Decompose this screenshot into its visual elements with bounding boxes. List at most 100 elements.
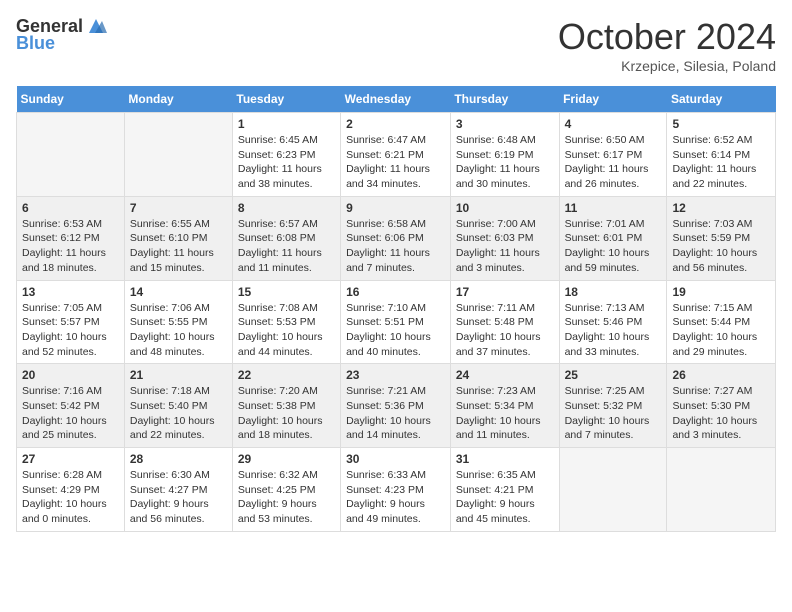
day-info: Sunrise: 6:33 AMSunset: 4:23 PMDaylight:… bbox=[346, 468, 445, 527]
page-header: General Blue October 2024 Krzepice, Sile… bbox=[16, 16, 776, 74]
calendar-week-row: 6 Sunrise: 6:53 AMSunset: 6:12 PMDaylight… bbox=[17, 196, 776, 280]
calendar-day-cell: 7Sunrise: 6:55 AMSunset: 6:10 PMDaylight… bbox=[124, 196, 232, 280]
day-number: 31 bbox=[456, 452, 554, 466]
day-info: Sunrise: 7:25 AMSunset: 5:32 PMDaylight:… bbox=[565, 384, 662, 443]
day-info: Sunrise: 6:48 AMSunset: 6:19 PMDaylight:… bbox=[456, 133, 554, 192]
day-info: Sunrise: 6:52 AMSunset: 6:14 PMDaylight:… bbox=[672, 133, 770, 192]
day-number: 5 bbox=[672, 117, 770, 131]
day-number: 28 bbox=[130, 452, 227, 466]
day-number: 21 bbox=[130, 368, 227, 382]
day-info: Sunrise: 6:57 AMSunset: 6:08 PMDaylight:… bbox=[238, 217, 335, 276]
day-info: Sunrise: 7:16 AMSunset: 5:42 PMDaylight:… bbox=[22, 384, 119, 443]
day-info: Sunrise: 7:08 AMSunset: 5:53 PMDaylight:… bbox=[238, 301, 335, 360]
calendar-day-cell: 9 Sunrise: 6:58 AMSunset: 6:06 PMDaylight… bbox=[341, 196, 451, 280]
calendar-day-cell: 5 Sunrise: 6:52 AMSunset: 6:14 PMDaylight… bbox=[667, 113, 776, 197]
day-info: Sunrise: 6:28 AMSunset: 4:29 PMDaylight:… bbox=[22, 468, 119, 527]
day-info: Sunrise: 6:47 AMSunset: 6:21 PMDaylight:… bbox=[346, 133, 445, 192]
logo: General Blue bbox=[16, 16, 107, 54]
day-info: Sunrise: 7:01 AMSunset: 6:01 PMDaylight:… bbox=[565, 217, 662, 276]
calendar-table: SundayMondayTuesdayWednesdayThursdayFrid… bbox=[16, 86, 776, 532]
day-number: 8 bbox=[238, 201, 335, 215]
day-info: Sunrise: 6:58 AMSunset: 6:06 PMDaylight:… bbox=[346, 217, 445, 276]
day-number: 30 bbox=[346, 452, 445, 466]
calendar-week-row: 20 Sunrise: 7:16 AMSunset: 5:42 PMDayligh… bbox=[17, 364, 776, 448]
calendar-day-cell: 18Sunrise: 7:13 AMSunset: 5:46 PMDayligh… bbox=[559, 280, 667, 364]
day-info: Sunrise: 7:21 AMSunset: 5:36 PMDaylight:… bbox=[346, 384, 445, 443]
calendar-day-cell: 30 Sunrise: 6:33 AMSunset: 4:23 PMDayligh… bbox=[341, 448, 451, 532]
calendar-day-cell bbox=[17, 113, 125, 197]
calendar-day-cell: 12 Sunrise: 7:03 AMSunset: 5:59 PMDayligh… bbox=[667, 196, 776, 280]
day-info: Sunrise: 7:23 AMSunset: 5:34 PMDaylight:… bbox=[456, 384, 554, 443]
weekday-header: Sunday bbox=[17, 86, 125, 113]
calendar-day-cell: 17Sunrise: 7:11 AMSunset: 5:48 PMDayligh… bbox=[450, 280, 559, 364]
calendar-day-cell: 19 Sunrise: 7:15 AMSunset: 5:44 PMDayligh… bbox=[667, 280, 776, 364]
calendar-day-cell: 25 Sunrise: 7:25 AMSunset: 5:32 PMDayligh… bbox=[559, 364, 667, 448]
calendar-week-row: 27 Sunrise: 6:28 AMSunset: 4:29 PMDayligh… bbox=[17, 448, 776, 532]
calendar-week-row: 1 Sunrise: 6:45 AMSunset: 6:23 PMDaylight… bbox=[17, 113, 776, 197]
day-number: 19 bbox=[672, 285, 770, 299]
calendar-day-cell: 8 Sunrise: 6:57 AMSunset: 6:08 PMDaylight… bbox=[232, 196, 340, 280]
weekday-header: Wednesday bbox=[341, 86, 451, 113]
logo-icon bbox=[85, 15, 107, 37]
day-number: 27 bbox=[22, 452, 119, 466]
title-block: October 2024 Krzepice, Silesia, Poland bbox=[558, 16, 776, 74]
calendar-day-cell: 3 Sunrise: 6:48 AMSunset: 6:19 PMDaylight… bbox=[450, 113, 559, 197]
day-info: Sunrise: 7:06 AMSunset: 5:55 PMDaylight:… bbox=[130, 301, 227, 360]
day-info: Sunrise: 7:18 AMSunset: 5:40 PMDaylight:… bbox=[130, 384, 227, 443]
calendar-day-cell: 10Sunrise: 7:00 AMSunset: 6:03 PMDayligh… bbox=[450, 196, 559, 280]
calendar-day-cell bbox=[667, 448, 776, 532]
day-number: 9 bbox=[346, 201, 445, 215]
calendar-header-row: SundayMondayTuesdayWednesdayThursdayFrid… bbox=[17, 86, 776, 113]
month-title: October 2024 bbox=[558, 16, 776, 58]
day-info: Sunrise: 7:13 AMSunset: 5:46 PMDaylight:… bbox=[565, 301, 662, 360]
calendar-week-row: 13Sunrise: 7:05 AMSunset: 5:57 PMDayligh… bbox=[17, 280, 776, 364]
day-info: Sunrise: 6:53 AMSunset: 6:12 PMDaylight:… bbox=[22, 217, 119, 276]
day-info: Sunrise: 7:11 AMSunset: 5:48 PMDaylight:… bbox=[456, 301, 554, 360]
weekday-header: Monday bbox=[124, 86, 232, 113]
day-number: 22 bbox=[238, 368, 335, 382]
calendar-day-cell: 21 Sunrise: 7:18 AMSunset: 5:40 PMDayligh… bbox=[124, 364, 232, 448]
calendar-day-cell: 2 Sunrise: 6:47 AMSunset: 6:21 PMDaylight… bbox=[341, 113, 451, 197]
day-info: Sunrise: 7:15 AMSunset: 5:44 PMDaylight:… bbox=[672, 301, 770, 360]
calendar-day-cell: 23 Sunrise: 7:21 AMSunset: 5:36 PMDayligh… bbox=[341, 364, 451, 448]
day-number: 20 bbox=[22, 368, 119, 382]
day-number: 12 bbox=[672, 201, 770, 215]
day-number: 15 bbox=[238, 285, 335, 299]
calendar-day-cell: 1 Sunrise: 6:45 AMSunset: 6:23 PMDaylight… bbox=[232, 113, 340, 197]
day-info: Sunrise: 6:35 AMSunset: 4:21 PMDaylight:… bbox=[456, 468, 554, 527]
day-number: 13 bbox=[22, 285, 119, 299]
calendar-day-cell: 22Sunrise: 7:20 AMSunset: 5:38 PMDayligh… bbox=[232, 364, 340, 448]
day-number: 2 bbox=[346, 117, 445, 131]
logo-blue-text: Blue bbox=[16, 33, 55, 54]
weekday-header: Friday bbox=[559, 86, 667, 113]
day-info: Sunrise: 6:50 AMSunset: 6:17 PMDaylight:… bbox=[565, 133, 662, 192]
day-info: Sunrise: 7:00 AMSunset: 6:03 PMDaylight:… bbox=[456, 217, 554, 276]
day-number: 3 bbox=[456, 117, 554, 131]
calendar-day-cell: 15 Sunrise: 7:08 AMSunset: 5:53 PMDayligh… bbox=[232, 280, 340, 364]
day-number: 6 bbox=[22, 201, 119, 215]
day-number: 26 bbox=[672, 368, 770, 382]
calendar-day-cell bbox=[124, 113, 232, 197]
day-number: 14 bbox=[130, 285, 227, 299]
calendar-day-cell: 6 Sunrise: 6:53 AMSunset: 6:12 PMDaylight… bbox=[17, 196, 125, 280]
day-info: Sunrise: 7:03 AMSunset: 5:59 PMDaylight:… bbox=[672, 217, 770, 276]
day-info: Sunrise: 6:30 AMSunset: 4:27 PMDaylight:… bbox=[130, 468, 227, 527]
location-text: Krzepice, Silesia, Poland bbox=[558, 58, 776, 74]
calendar-day-cell: 13Sunrise: 7:05 AMSunset: 5:57 PMDayligh… bbox=[17, 280, 125, 364]
day-info: Sunrise: 7:10 AMSunset: 5:51 PMDaylight:… bbox=[346, 301, 445, 360]
calendar-day-cell: 31 Sunrise: 6:35 AMSunset: 4:21 PMDayligh… bbox=[450, 448, 559, 532]
day-number: 4 bbox=[565, 117, 662, 131]
day-number: 25 bbox=[565, 368, 662, 382]
day-number: 16 bbox=[346, 285, 445, 299]
calendar-day-cell: 28 Sunrise: 6:30 AMSunset: 4:27 PMDayligh… bbox=[124, 448, 232, 532]
calendar-day-cell: 16 Sunrise: 7:10 AMSunset: 5:51 PMDayligh… bbox=[341, 280, 451, 364]
calendar-day-cell: 27 Sunrise: 6:28 AMSunset: 4:29 PMDayligh… bbox=[17, 448, 125, 532]
day-number: 23 bbox=[346, 368, 445, 382]
calendar-day-cell: 29Sunrise: 6:32 AMSunset: 4:25 PMDayligh… bbox=[232, 448, 340, 532]
calendar-day-cell: 26Sunrise: 7:27 AMSunset: 5:30 PMDayligh… bbox=[667, 364, 776, 448]
day-number: 7 bbox=[130, 201, 227, 215]
day-info: Sunrise: 6:45 AMSunset: 6:23 PMDaylight:… bbox=[238, 133, 335, 192]
weekday-header: Tuesday bbox=[232, 86, 340, 113]
day-number: 24 bbox=[456, 368, 554, 382]
day-number: 1 bbox=[238, 117, 335, 131]
